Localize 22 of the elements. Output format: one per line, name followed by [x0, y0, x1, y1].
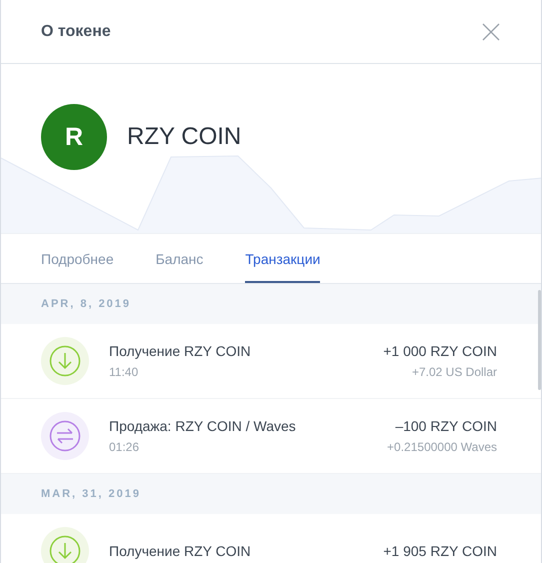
close-icon[interactable]	[481, 22, 501, 42]
transaction-title: Получение RZY COIN	[109, 343, 252, 359]
date-header: APR, 8, 2019	[41, 298, 132, 310]
receive-icon	[41, 527, 89, 563]
transaction-title: Получение RZY COIN	[109, 543, 252, 559]
transaction-time: 01:26	[109, 440, 140, 454]
date-header: MAR, 31, 2019	[41, 488, 141, 500]
transaction-amount: +1 000 RZY COIN	[383, 343, 497, 359]
token-avatar: R	[41, 104, 107, 170]
tab[interactable]: Баланс	[156, 234, 204, 283]
receive-icon	[41, 337, 89, 385]
exchange-icon	[41, 412, 89, 460]
tab[interactable]: Подробнее	[41, 234, 114, 283]
token-name: RZY COIN	[127, 123, 242, 151]
transaction-title: Продажа: RZY COIN / Waves	[109, 418, 297, 434]
transaction-value: +0.21500000 Waves	[387, 440, 497, 454]
scrollbar[interactable]	[538, 290, 541, 390]
transaction-value: +7.02 US Dollar	[412, 365, 497, 379]
transaction-amount: +1 905 RZY COIN	[383, 543, 497, 559]
transaction-amount: –100 RZY COIN	[395, 418, 497, 434]
transaction-time: 11:40	[109, 365, 140, 379]
dialog-title: О токене	[41, 22, 111, 40]
